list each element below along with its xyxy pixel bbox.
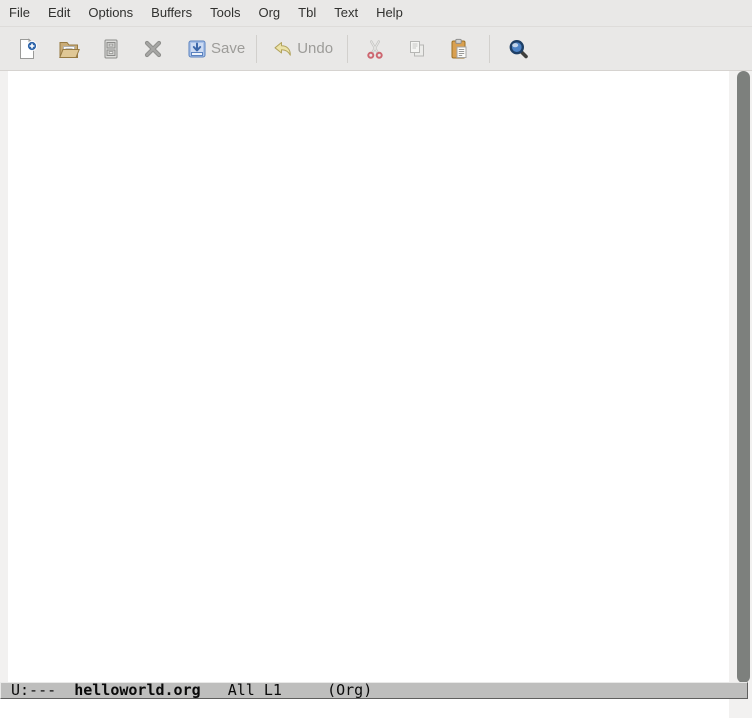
menu-text[interactable]: Text bbox=[325, 0, 367, 26]
dired-button[interactable] bbox=[90, 31, 132, 67]
scrollbar-thumb[interactable] bbox=[737, 71, 750, 683]
save-buffer-button[interactable]: Save bbox=[174, 31, 253, 67]
search-button[interactable] bbox=[497, 31, 539, 67]
save-button-label: Save bbox=[211, 40, 246, 57]
undo-arrow-icon bbox=[271, 37, 295, 61]
clipboard-icon bbox=[447, 37, 471, 61]
copy-button[interactable] bbox=[396, 31, 438, 67]
save-icon bbox=[185, 37, 209, 61]
paste-button[interactable] bbox=[438, 31, 480, 67]
menu-edit[interactable]: Edit bbox=[39, 0, 79, 26]
close-buffer-button[interactable] bbox=[132, 31, 174, 67]
menu-help[interactable]: Help bbox=[367, 0, 412, 26]
menu-tbl[interactable]: Tbl bbox=[289, 0, 325, 26]
magnifier-icon bbox=[506, 37, 530, 61]
buffer-window[interactable] bbox=[0, 71, 752, 682]
buffer-text[interactable] bbox=[8, 71, 729, 682]
menu-tools[interactable]: Tools bbox=[201, 0, 249, 26]
toolbar-separator bbox=[489, 34, 491, 63]
cut-button[interactable] bbox=[354, 31, 396, 67]
undo-button[interactable]: Undo bbox=[257, 31, 339, 67]
new-file-button[interactable] bbox=[6, 31, 48, 67]
modeline-coding-flags: U:--- bbox=[11, 681, 75, 699]
menu-bar: File Edit Options Buffers Tools Org Tbl … bbox=[0, 0, 752, 27]
menu-options[interactable]: Options bbox=[79, 0, 142, 26]
menu-buffers[interactable]: Buffers bbox=[142, 0, 201, 26]
undo-button-label: Undo bbox=[297, 40, 334, 57]
scrollbar-track[interactable] bbox=[729, 71, 752, 718]
close-x-icon bbox=[141, 37, 165, 61]
echo-area: (New file) bbox=[0, 699, 729, 718]
modeline-buffer-name: helloworld.org bbox=[74, 681, 201, 699]
tool-bar: Save Undo bbox=[0, 27, 752, 71]
scissors-icon bbox=[363, 37, 387, 61]
file-cabinet-icon bbox=[99, 37, 123, 61]
open-file-button[interactable] bbox=[48, 31, 90, 67]
modeline-position-and-mode: All L1 (Org) bbox=[200, 681, 373, 699]
left-fringe bbox=[0, 71, 8, 682]
emacs-frame: File Edit Options Buffers Tools Org Tbl … bbox=[0, 0, 752, 718]
folder-open-icon bbox=[57, 37, 81, 61]
menu-org[interactable]: Org bbox=[249, 0, 289, 26]
menu-file[interactable]: File bbox=[0, 0, 39, 26]
mode-line[interactable]: U:--- helloworld.org All L1 (Org) bbox=[0, 682, 748, 699]
toolbar-separator bbox=[347, 34, 349, 63]
document-new-icon bbox=[15, 37, 39, 61]
copy-pages-icon bbox=[405, 37, 429, 61]
